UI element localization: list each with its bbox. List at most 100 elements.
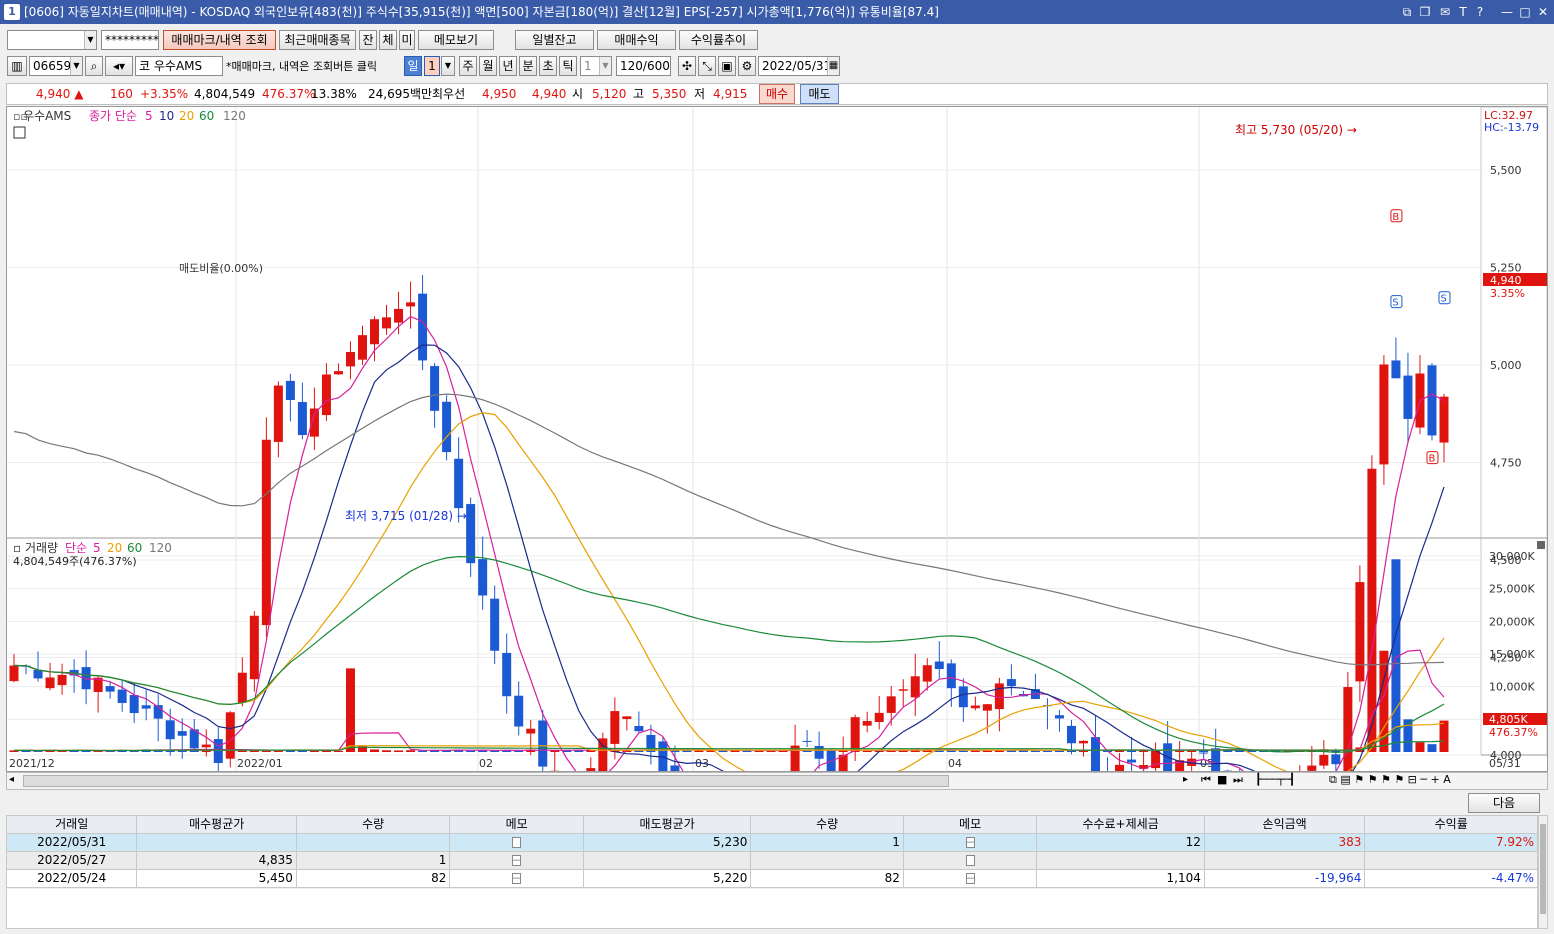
col-trade-date[interactable]: 거래일: [5, 815, 138, 834]
period-week[interactable]: 주: [459, 56, 477, 76]
layout-icon[interactable]: ▥: [7, 56, 27, 76]
trade-profit-button[interactable]: 매매수익: [597, 30, 676, 50]
volume-tick-label: 20,000K: [1489, 615, 1535, 628]
chart-area[interactable]: 5,5005,2505,0004,7504,5004,2504,0003,750…: [6, 106, 1548, 772]
tick-count-select[interactable]: 1 ▼: [580, 56, 612, 76]
dropdown-icon[interactable]: ▼: [84, 31, 96, 49]
col-return[interactable]: 수익률: [1364, 815, 1538, 834]
col-buy-memo[interactable]: 메모: [449, 815, 584, 834]
x-tick-label: 2021/12: [9, 757, 55, 770]
col-buy-avg[interactable]: 매수평균가: [136, 815, 297, 834]
price-volume-chart[interactable]: 5,5005,2505,0004,7504,5004,2504,0003,750…: [7, 107, 1547, 771]
save-icon[interactable]: ▣: [718, 56, 736, 76]
dropdown-icon[interactable]: ▼: [70, 57, 82, 75]
memo-edit-icon[interactable]: [965, 837, 975, 848]
daily-balance-button[interactable]: 일별잔고: [515, 30, 594, 50]
dropdown-icon[interactable]: ▼: [599, 57, 611, 75]
stock-code-input[interactable]: 066590 ▼: [29, 56, 83, 76]
volume-bar: [1042, 750, 1052, 752]
volume-legend-ma: 60: [127, 541, 142, 555]
candle: [1367, 468, 1377, 580]
copy-icon[interactable]: ❐: [1418, 0, 1432, 24]
col-sell-qty[interactable]: 수량: [750, 815, 904, 834]
memo-icon[interactable]: [965, 855, 975, 866]
stop-icon[interactable]: ■: [1217, 773, 1227, 786]
draw-icon[interactable]: ⤡: [698, 56, 716, 76]
period-day-count[interactable]: 1: [424, 56, 440, 76]
price-legend-name: 우수AMS: [23, 109, 71, 123]
sound-icon[interactable]: ◂▾: [105, 56, 133, 76]
candle: [1343, 687, 1353, 771]
balance-button[interactable]: 잔: [359, 30, 377, 50]
memo-view-button[interactable]: 메모보기: [418, 30, 494, 50]
stock-name-field[interactable]: 코 우수AMS: [135, 56, 223, 76]
data-count-input[interactable]: 120/600: [616, 56, 671, 76]
executed-button[interactable]: 체: [379, 30, 397, 50]
settings-icon[interactable]: ✉: [1438, 0, 1452, 24]
period-month[interactable]: 월: [479, 56, 497, 76]
cell-sell-memo[interactable]: [902, 833, 1038, 852]
period-tick[interactable]: 틱: [559, 56, 577, 76]
period-day[interactable]: 일: [404, 56, 422, 76]
candle: [201, 744, 211, 748]
trade-mark-query-button[interactable]: 매매마크/내역 조회: [163, 30, 276, 50]
period-second[interactable]: 초: [539, 56, 557, 76]
col-fee-tax[interactable]: 수수료+제세금: [1036, 815, 1205, 834]
calendar-icon[interactable]: ▦: [827, 57, 839, 75]
font-icon[interactable]: T: [1456, 0, 1470, 24]
table-row[interactable]: 2022/05/31 5,230 1 12 383 7.92%: [5, 833, 1538, 852]
next-button[interactable]: 다음: [1468, 793, 1540, 813]
minimize-icon[interactable]: —: [1500, 0, 1514, 24]
memo-edit-icon[interactable]: [512, 855, 522, 866]
table-row[interactable]: 2022/05/24 5,450 82 5,220 82 1,104 -19,9…: [5, 869, 1538, 888]
cell-sell-memo[interactable]: [902, 869, 1038, 888]
scroll-left-icon[interactable]: ◂: [9, 774, 14, 785]
col-buy-qty[interactable]: 수량: [295, 815, 451, 834]
memo-icon[interactable]: [512, 837, 522, 848]
search-icon[interactable]: ⌕: [85, 56, 103, 76]
table-row[interactable]: 2022/05/27 4,835 1: [5, 851, 1538, 870]
period-minute[interactable]: 분: [519, 56, 537, 76]
recent-trades-button[interactable]: 최근매매종목: [279, 30, 356, 50]
first-icon[interactable]: ⏮: [1201, 773, 1211, 787]
last-icon[interactable]: ⏭: [1233, 773, 1243, 787]
col-sell-avg[interactable]: 매도평균가: [582, 815, 752, 834]
dropdown-icon[interactable]: ▼: [441, 56, 455, 76]
link-icon[interactable]: ⧉: [1400, 0, 1414, 24]
window-icons[interactable]: ⧉ ▤ ⚑ ⚑ ⚑ ⚑ ⊟ ─ + A: [1329, 773, 1451, 787]
close-icon[interactable]: ✕: [1536, 0, 1550, 24]
table-scroll-thumb[interactable]: [1540, 824, 1546, 914]
window-number: 1: [4, 4, 20, 20]
date-input[interactable]: 2022/05/31 ▦: [758, 56, 840, 76]
zoom-slider-icon[interactable]: ┠───┬─┨: [1255, 773, 1295, 786]
candle: [958, 686, 968, 708]
sell-button[interactable]: 매도: [800, 84, 839, 104]
cell-buy-memo[interactable]: [449, 833, 584, 852]
table-scrollbar[interactable]: [1538, 815, 1548, 929]
cell-sell-avg: [582, 851, 752, 870]
period-year[interactable]: 년: [499, 56, 517, 76]
volume-tick-label: 15,000K: [1489, 648, 1535, 661]
cell-buy-memo[interactable]: [449, 869, 584, 888]
col-profit[interactable]: 손익금액: [1203, 815, 1366, 834]
return-trend-button[interactable]: 수익률추이: [679, 30, 758, 50]
maximize-icon[interactable]: □: [1518, 0, 1532, 24]
chart-scroll-bar[interactable]: ◂ ▸ ⏮ ■ ⏭ ┠───┬─┨ ⧉ ▤ ⚑ ⚑ ⚑ ⚑ ⊟ ─ + A: [6, 772, 1548, 790]
gear-icon[interactable]: ⚙: [738, 56, 756, 76]
scroll-thumb[interactable]: [23, 775, 949, 787]
pending-button[interactable]: 미: [399, 30, 415, 50]
memo-edit-icon[interactable]: [965, 873, 975, 884]
best-bid: 4,950: [482, 87, 517, 101]
scroll-right-icon[interactable]: ▸: [1183, 774, 1188, 785]
account-select[interactable]: ▼: [7, 30, 97, 50]
tools-icon[interactable]: ✣: [678, 56, 696, 76]
candle: [646, 734, 656, 749]
cell-buy-memo[interactable]: [449, 851, 584, 870]
candle: [345, 351, 355, 367]
memo-edit-icon[interactable]: [512, 873, 522, 884]
buy-button[interactable]: 매수: [759, 84, 795, 104]
password-field[interactable]: *********: [101, 30, 159, 50]
cell-sell-memo[interactable]: [902, 851, 1038, 870]
col-sell-memo[interactable]: 메모: [902, 815, 1038, 834]
help-icon[interactable]: ?: [1473, 0, 1487, 24]
